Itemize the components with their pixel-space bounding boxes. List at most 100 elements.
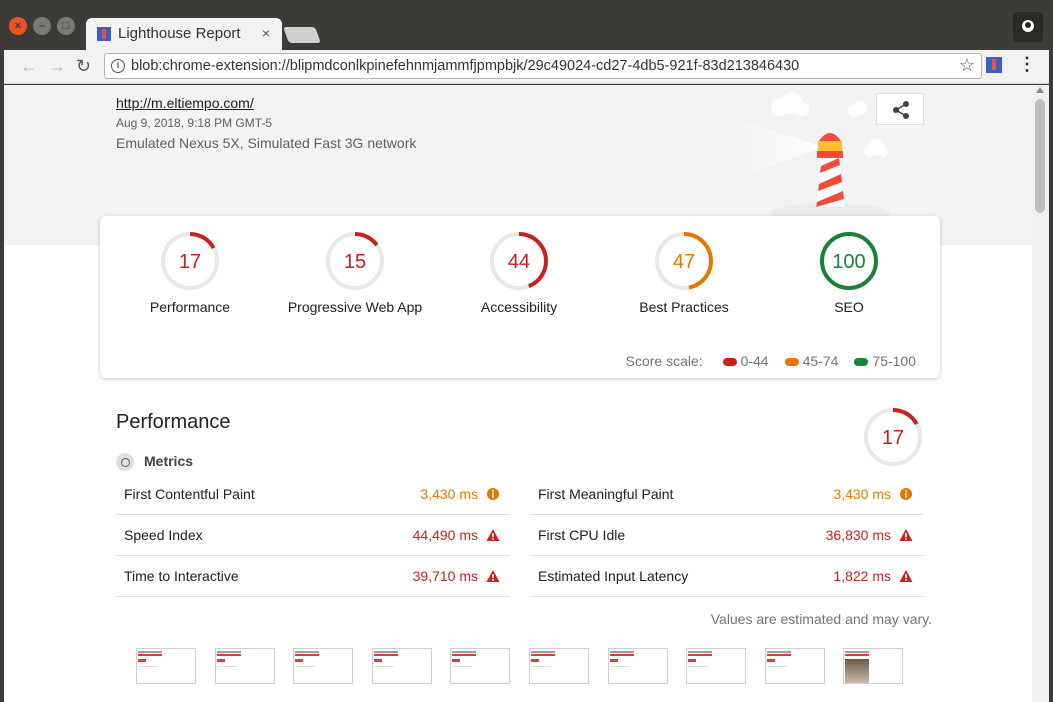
gauge-ring: 47 (655, 232, 713, 290)
gauge-label: Accessibility (480, 299, 558, 315)
window-maximize-button[interactable]: □ (57, 17, 75, 35)
bookmark-star-icon[interactable]: ☆ (959, 55, 975, 76)
metric-value: 36,830 ms (825, 527, 891, 543)
metric-row: First Meaningful Paint 3,430 ms (530, 474, 923, 515)
metrics-header[interactable]: Metrics (116, 453, 194, 472)
tab-title: Lighthouse Report (118, 25, 241, 42)
fail-warning-icon (899, 570, 913, 582)
gauge-score: 47 (673, 251, 695, 273)
metric-value: 39,710 ms (412, 568, 478, 584)
score-scale-ranges: 0-44 45-74 75-100 (707, 353, 916, 369)
filmstrip-frame (608, 648, 668, 684)
tab-lighthouse-report[interactable]: Lighthouse Report × (86, 18, 282, 50)
metric-row: Time to Interactive 39,710 ms (116, 556, 510, 597)
filmstrip-frame (843, 648, 903, 684)
score-range-label: 45-74 (802, 353, 839, 369)
metrics-label: Metrics (144, 453, 194, 469)
gauge-score: 17 (882, 427, 904, 449)
person-icon (1022, 20, 1034, 32)
forward-arrow-icon[interactable]: → (48, 56, 66, 76)
score-range-label: 0-44 (740, 353, 769, 369)
gauge-score: 17 (179, 251, 201, 273)
share-button[interactable] (876, 93, 924, 125)
profile-button[interactable] (1013, 12, 1043, 42)
gauge-accessibility[interactable]: 44 Accessibility (444, 231, 594, 315)
fail-warning-icon (899, 529, 913, 541)
fail-warning-icon (486, 570, 500, 582)
filmstrip-frame (450, 648, 510, 684)
metric-name: First CPU Idle (538, 527, 626, 543)
metric-row: Estimated Input Latency 1,822 ms (530, 556, 923, 597)
gauge-seo[interactable]: 100 SEO (774, 231, 924, 315)
report-date: Aug 9, 2018, 9:18 PM GMT-5 (116, 116, 273, 130)
average-info-icon (900, 488, 912, 500)
lighthouse-extension-icon[interactable] (986, 57, 1002, 73)
metric-value: 1,822 ms (833, 568, 891, 584)
metric-row: Speed Index 44,490 ms (116, 515, 510, 556)
filmstrip-frame (372, 648, 432, 684)
score-range-average-dot (784, 358, 799, 367)
gauge-label: Performance (149, 299, 231, 315)
lighthouse-favicon-icon (97, 27, 111, 41)
gauge-score: 100 (832, 251, 865, 273)
metrics-timer-icon (116, 453, 134, 472)
report-page: http://m.eltiempo.com/ Aug 9, 2018, 9:18… (4, 85, 1049, 702)
reload-icon[interactable]: ↻ (76, 56, 91, 76)
gauge-progressive-web-app[interactable]: 15 Progressive Web App (280, 231, 430, 315)
title-bar: × – □ Lighthouse Report × (0, 0, 1053, 50)
gauge-score: 15 (344, 251, 366, 273)
share-icon (893, 101, 909, 119)
metric-value: 3,430 ms (833, 486, 891, 502)
gauge-best-practices[interactable]: 47 Best Practices (609, 231, 759, 315)
page-scrollbar[interactable] (1032, 85, 1049, 702)
metric-name: First Contentful Paint (124, 486, 255, 502)
new-tab-button[interactable] (283, 27, 321, 43)
fail-warning-icon (486, 529, 500, 541)
gauge-score: 44 (508, 251, 530, 273)
gauge-ring: 44 (490, 232, 548, 290)
gauge-ring: 15 (326, 232, 384, 290)
window-minimize-button[interactable]: – (33, 17, 51, 35)
metric-row: First CPU Idle 36,830 ms (530, 515, 923, 556)
score-range-fail-dot (722, 358, 737, 367)
tab-close-icon[interactable]: × (262, 25, 270, 41)
score-range-label: 75-100 (872, 353, 916, 369)
metric-name: Estimated Input Latency (538, 568, 689, 584)
metric-name: Time to Interactive (124, 568, 239, 584)
filmstrip-frame (293, 648, 353, 684)
performance-gauge-ring: 17 (864, 408, 922, 466)
metric-value: 44,490 ms (412, 527, 478, 543)
metric-row: First Contentful Paint 3,430 ms (116, 474, 510, 515)
gauge-label: SEO (834, 299, 864, 315)
environment-text: Emulated Nexus 5X, Simulated Fast 3G net… (116, 135, 417, 151)
filmstrip-frame (686, 648, 746, 684)
scores-card: 17 Performance 15 Progressive Web App 44 Acce… (100, 216, 940, 378)
gauge-ring: 17 (161, 232, 219, 290)
back-arrow-icon[interactable]: ← (20, 56, 38, 76)
score-scale: Score scale: 0-44 45-74 75-100 (626, 353, 916, 369)
browser-toolbar: ← → ↻ i blob:chrome-extension://blipmdco… (4, 50, 1049, 84)
score-scale-label: Score scale: (625, 353, 703, 369)
gauge-label: Progressive Web App (287, 299, 423, 315)
info-icon[interactable]: i (111, 59, 125, 73)
browser-window: × – □ Lighthouse Report × ← → ↻ i blob:c… (0, 0, 1053, 702)
metric-value: 3,430 ms (420, 486, 478, 502)
filmstrip-frame (765, 648, 825, 684)
scrollbar-thumb[interactable] (1035, 99, 1045, 213)
window-close-button[interactable]: × (9, 17, 27, 35)
average-info-icon (487, 488, 499, 500)
site-url-link[interactable]: http://m.eltiempo.com/ (116, 95, 254, 111)
performance-section-title: Performance (116, 411, 231, 433)
performance-score-gauge: 17 (863, 407, 923, 472)
estimate-note: Values are estimated and may vary. (710, 611, 932, 627)
filmstrip-frame (215, 648, 275, 684)
scroll-up-icon[interactable] (1036, 87, 1044, 93)
metric-name: Speed Index (124, 527, 203, 543)
gauge-performance[interactable]: 17 Performance (115, 231, 265, 315)
gauge-ring: 100 (820, 232, 878, 290)
score-range-pass-dot (854, 358, 869, 367)
address-url[interactable]: blob:chrome-extension://blipmdconlkpinef… (131, 58, 799, 74)
address-bar[interactable]: i blob:chrome-extension://blipmdconlkpin… (104, 53, 982, 79)
filmstrip-frame (529, 648, 589, 684)
browser-menu-icon[interactable]: ⋮ (1018, 54, 1036, 75)
